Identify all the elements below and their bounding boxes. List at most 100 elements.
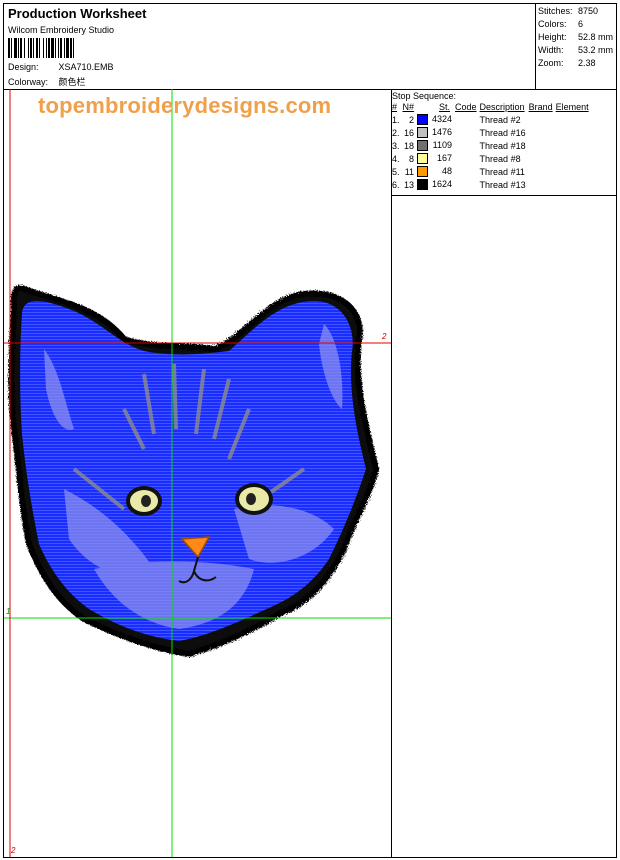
description-cell: Thread #18 [479,140,526,151]
stitch-count: 1624 [432,178,453,189]
production-worksheet: Production Worksheet Wilcom Embroidery S… [3,3,617,858]
color-swatch [417,127,429,139]
width-label: Width: [538,45,564,55]
stat-colors: Colors: 6 [538,19,583,29]
brand-cell [529,165,556,178]
height-value: 52.8 mm [578,32,614,42]
design-value: XSA710.EMB [58,62,114,72]
colorway-label: Colorway: [8,77,49,87]
guide-label-top: 2 [382,332,387,341]
row-index: 3. [392,140,400,151]
design-row: Design: XSA710.EMB [8,62,114,72]
stitches-label: Stitches: [538,6,573,16]
stat-zoom: Zoom: 2.38 [538,58,596,68]
brand-cell [529,178,556,191]
code-cell [455,152,480,165]
column-header: N# [402,102,415,112]
height-label: Height: [538,32,567,42]
color-swatch [417,114,429,126]
element-cell [556,139,592,152]
row-index: 4. [392,153,400,164]
right-eye [235,483,273,515]
column-header: Description [479,102,525,112]
row-index: 1. [392,114,400,125]
description-cell: Thread #16 [479,127,526,138]
color-cell: 1624 [417,178,455,191]
code-cell [455,113,480,126]
colorway-row: Colorway: 颜色栏 [8,75,86,88]
stat-width: Width: 53.2 mm [538,45,613,55]
column-header: Code [455,102,477,112]
stitch-count: 4324 [432,113,453,124]
left-eye [126,486,162,516]
description-cell: Thread #13 [479,179,526,190]
color-cell: 48 [417,165,455,178]
software-name: Wilcom Embroidery Studio [8,25,115,35]
description-cell: Thread #8 [479,153,521,164]
stop-row: 3. 18 1109 Thread #18 [392,139,592,152]
color-cell: 1476 [417,126,455,139]
colorway-value: 颜色栏 [58,77,86,87]
color-swatch [417,179,429,191]
stop-row: 1. 2 4324 Thread #2 [392,113,592,126]
guide-label-bottom: 2 [11,846,16,855]
column-header: Brand [528,102,553,112]
stop-row: 5. 11 48 Thread #11 [392,165,592,178]
design-canvas: topembroiderydesigns.com 2 2 1 [4,89,392,857]
element-cell [556,126,592,139]
color-swatch [417,140,429,152]
column-header: # [392,102,398,112]
barcode-icon [8,38,74,58]
column-header: St. [439,102,451,112]
needle-number: 11 [404,166,415,177]
stop-row: 4. 8 167 Thread #8 [392,152,592,165]
page-title: Production Worksheet [8,6,147,21]
element-cell [556,113,592,126]
colors-value: 6 [578,19,584,29]
stat-stitches: Stitches: 8750 [538,6,598,16]
stitch-count: 1476 [432,126,453,137]
stop-sequence-panel: Stop Sequence: # N# St. Code Description Bran… [392,89,616,196]
code-cell [455,165,480,178]
color-cell: 1109 [417,139,455,152]
color-swatch [417,166,429,178]
stop-sequence-table: # N# St. Code Description Brand Element 1. 2 432… [392,101,592,191]
stitch-count: 48 [442,165,453,176]
zoom-value: 2.38 [578,58,596,68]
stitch-count: 167 [437,152,453,163]
element-cell [556,152,592,165]
needle-number: 18 [404,140,415,151]
code-cell [455,126,480,139]
colors-label: Colors: [538,19,567,29]
needle-number: 2 [409,114,415,125]
description-cell: Thread #11 [479,166,525,177]
row-index: 2. [392,127,400,138]
color-cell: 167 [417,152,455,165]
width-value: 53.2 mm [578,45,614,55]
stop-sequence-header: # N# St. Code Description Brand Element [392,101,592,113]
element-cell [556,178,592,191]
stop-sequence-title: Stop Sequence: [392,91,457,101]
brand-cell [529,152,556,165]
stats-panel: Stitches: 8750 Colors: 6 Height: 52.8 mm Wi… [535,4,617,89]
stitch-count: 1109 [432,139,453,150]
needle-number: 16 [404,127,415,138]
brand-cell [529,139,556,152]
brand-cell [529,113,556,126]
color-cell: 4324 [417,113,455,126]
brand-cell [529,126,556,139]
embroidery-preview [4,89,391,857]
zoom-label: Zoom: [538,58,564,68]
guide-label-left: 1 [6,607,11,616]
worksheet-header: Production Worksheet Wilcom Embroidery S… [4,4,616,90]
column-header: Element [555,102,589,112]
row-index: 5. [392,166,400,177]
code-cell [455,178,480,191]
stat-height: Height: 52.8 mm [538,32,613,42]
color-swatch [417,153,429,165]
design-label: Design: [8,62,39,72]
code-cell [455,139,480,152]
description-cell: Thread #2 [479,114,521,125]
element-cell [556,165,592,178]
watermark-text: topembroiderydesigns.com [38,93,332,118]
